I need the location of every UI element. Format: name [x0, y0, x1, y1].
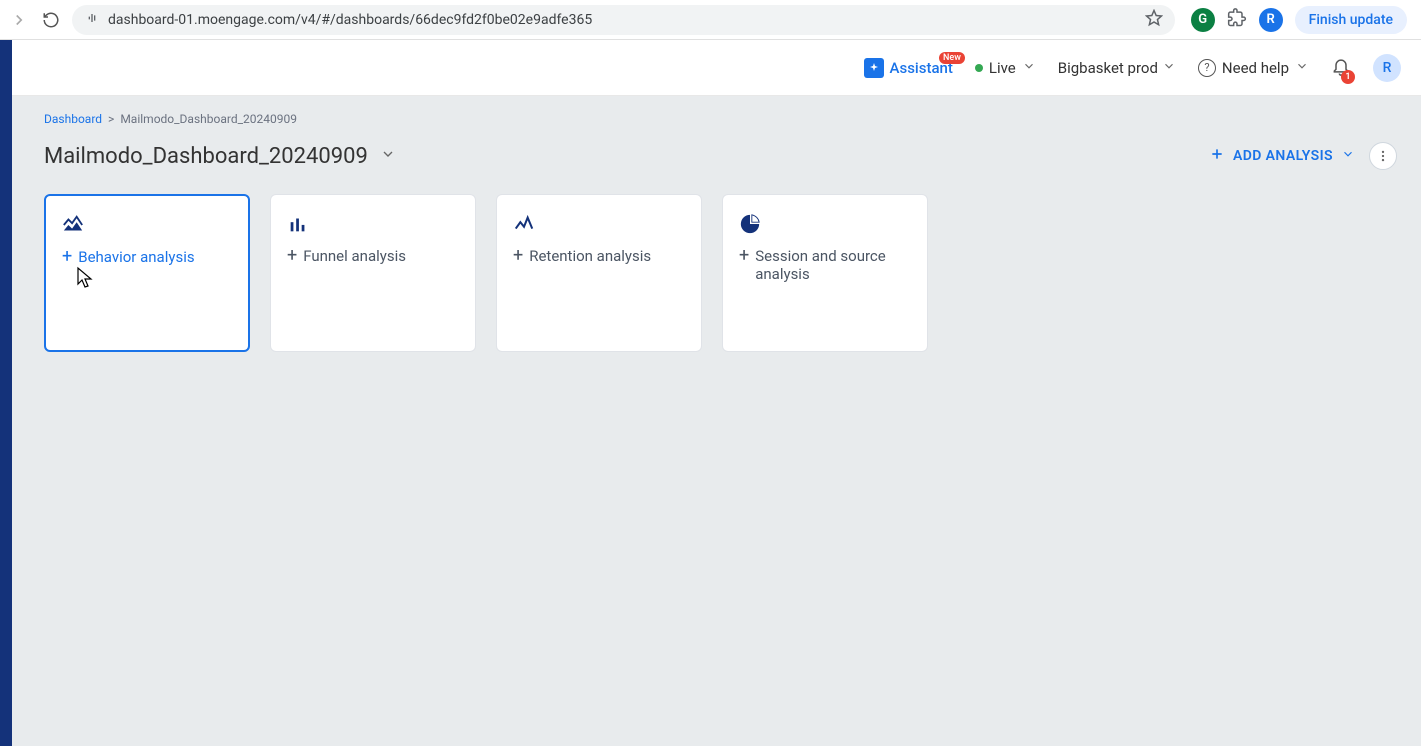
title-left: Mailmodo_Dashboard_20240909: [44, 144, 396, 169]
title-dropdown[interactable]: [380, 146, 396, 166]
analysis-cards: + Behavior analysis + Funnel analysis + …: [44, 194, 1397, 352]
card-label-row: + Behavior analysis: [62, 248, 232, 266]
more-options-button[interactable]: [1369, 142, 1397, 170]
breadcrumb-root[interactable]: Dashboard: [44, 112, 102, 126]
chevron-down-icon: [1341, 147, 1355, 165]
card-label: Behavior analysis: [78, 248, 194, 266]
extensions-icon[interactable]: [1227, 8, 1247, 32]
assistant-icon: [864, 58, 884, 78]
browser-bar: dashboard-01.moengage.com/v4/#/dashboard…: [0, 0, 1421, 40]
session-source-icon: [739, 213, 761, 235]
title-row: Mailmodo_Dashboard_20240909 ADD ANALYSIS: [44, 142, 1397, 170]
funnel-icon: [287, 213, 309, 235]
chevron-down-icon: [1022, 59, 1036, 77]
card-session-source-analysis[interactable]: + Session and source analysis: [722, 194, 928, 352]
assistant-new-badge: New: [939, 52, 965, 64]
notifications-button[interactable]: 1: [1331, 56, 1351, 80]
card-label: Retention analysis: [529, 247, 651, 265]
card-retention-analysis[interactable]: + Retention analysis: [496, 194, 702, 352]
help-label: Need help: [1222, 59, 1289, 77]
user-avatar[interactable]: R: [1373, 54, 1401, 82]
browser-profile-avatar[interactable]: R: [1259, 8, 1283, 32]
add-analysis-label: ADD ANALYSIS: [1233, 148, 1333, 164]
browser-reload-button[interactable]: [40, 9, 62, 31]
breadcrumb: Dashboard > Mailmodo_Dashboard_20240909: [44, 112, 1397, 126]
behavior-icon: [62, 214, 84, 236]
card-label-row: + Session and source analysis: [739, 247, 911, 283]
sidebar-collapsed[interactable]: [0, 40, 12, 746]
live-dot-icon: [975, 64, 983, 72]
add-analysis-button[interactable]: ADD ANALYSIS: [1209, 146, 1355, 166]
main-content: Dashboard > Mailmodo_Dashboard_20240909 …: [12, 96, 1421, 746]
plus-icon: +: [739, 247, 749, 265]
chevron-down-icon: [1295, 59, 1309, 77]
plus-icon: +: [513, 247, 523, 265]
card-behavior-analysis[interactable]: + Behavior analysis: [44, 194, 250, 352]
bookmark-star-icon[interactable]: [1145, 9, 1163, 31]
live-status-dropdown[interactable]: Live: [975, 59, 1036, 77]
plus-icon: [1209, 146, 1225, 166]
dashboard-title: Mailmodo_Dashboard_20240909: [44, 144, 368, 169]
need-help-dropdown[interactable]: ? Need help: [1198, 59, 1309, 77]
card-label-row: + Retention analysis: [513, 247, 685, 265]
title-actions: ADD ANALYSIS: [1209, 142, 1397, 170]
live-label: Live: [989, 59, 1016, 77]
url-text: dashboard-01.moengage.com/v4/#/dashboard…: [108, 12, 1137, 28]
card-funnel-analysis[interactable]: + Funnel analysis: [270, 194, 476, 352]
breadcrumb-current: Mailmodo_Dashboard_20240909: [120, 112, 297, 126]
url-bar[interactable]: dashboard-01.moengage.com/v4/#/dashboard…: [72, 5, 1175, 35]
finish-update-button[interactable]: Finish update: [1295, 6, 1407, 34]
workspace-dropdown[interactable]: Bigbasket prod: [1058, 59, 1176, 77]
breadcrumb-separator: >: [108, 112, 114, 126]
browser-actions: G R Finish update: [1185, 6, 1413, 34]
card-label-row: + Funnel analysis: [287, 247, 459, 265]
retention-icon: [513, 213, 535, 235]
extension-g-icon[interactable]: G: [1191, 8, 1215, 32]
notification-count-badge: 1: [1341, 70, 1355, 84]
chevron-down-icon: [1162, 59, 1176, 77]
plus-icon: +: [287, 247, 297, 265]
browser-forward-button[interactable]: [8, 9, 30, 31]
card-label: Funnel analysis: [303, 247, 406, 265]
site-settings-icon[interactable]: [84, 10, 100, 30]
assistant-button[interactable]: Assistant New: [864, 58, 953, 78]
sidebar-expand-handle[interactable]: [0, 86, 10, 122]
card-label: Session and source analysis: [755, 247, 911, 283]
app-header: Assistant New Live Bigbasket prod ? Need…: [12, 40, 1421, 96]
workspace-label: Bigbasket prod: [1058, 59, 1158, 77]
plus-icon: +: [62, 248, 72, 266]
help-icon: ?: [1198, 59, 1216, 77]
